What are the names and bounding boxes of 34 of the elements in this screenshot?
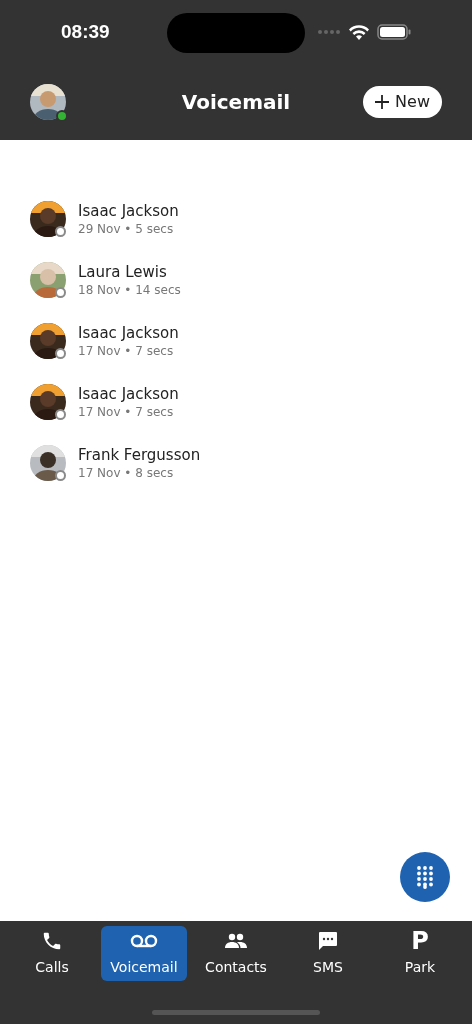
voicemail-item[interactable]: Frank Fergusson 17 Nov • 8 secs [30,441,472,485]
caller-name: Isaac Jackson [78,323,179,343]
voicemail-detail: 18 Nov • 14 secs [78,282,181,298]
voicemail-item[interactable]: Isaac Jackson 17 Nov • 7 secs [30,319,472,363]
new-button[interactable]: New [363,86,442,118]
voicemail-detail: 29 Nov • 5 secs [78,221,175,237]
voicemail-item[interactable]: Isaac Jackson 17 Nov • 7 secs [30,380,472,424]
plus-icon [375,95,390,109]
signal-icon [317,29,341,35]
voicemail-item[interactable]: Laura Lewis 18 Nov • 14 secs [30,258,472,302]
voicemail-icon [130,933,158,949]
tab[interactable]: Calls [9,926,95,981]
tab[interactable]: Voicemail [101,926,187,981]
voicemail-detail: 17 Nov • 7 secs [78,343,175,359]
voicemail-detail: 17 Nov • 7 secs [78,404,175,420]
wifi-icon [349,24,369,40]
voicemail-detail: 17 Nov • 8 secs [78,465,175,481]
phone-icon [41,930,63,952]
people-icon [225,933,247,949]
park-icon: P [411,929,429,953]
dialpad-icon [416,865,434,889]
caller-name: Isaac Jackson [78,201,179,221]
caller-name: Frank Fergusson [78,445,201,465]
tab[interactable]: SMS [285,926,371,981]
voicemail-item[interactable]: Isaac Jackson 29 Nov • 5 secs [30,197,472,241]
tab[interactable]: P Park [377,926,463,981]
message-icon [318,931,338,951]
battery-icon [377,24,411,40]
caller-name: Isaac Jackson [78,384,179,404]
tab[interactable]: Contacts [193,926,279,981]
page-title: Voicemail [181,89,291,116]
caller-name: Laura Lewis [78,262,168,282]
dialpad-button[interactable] [400,852,450,902]
status-time: 08:39 [61,19,111,44]
